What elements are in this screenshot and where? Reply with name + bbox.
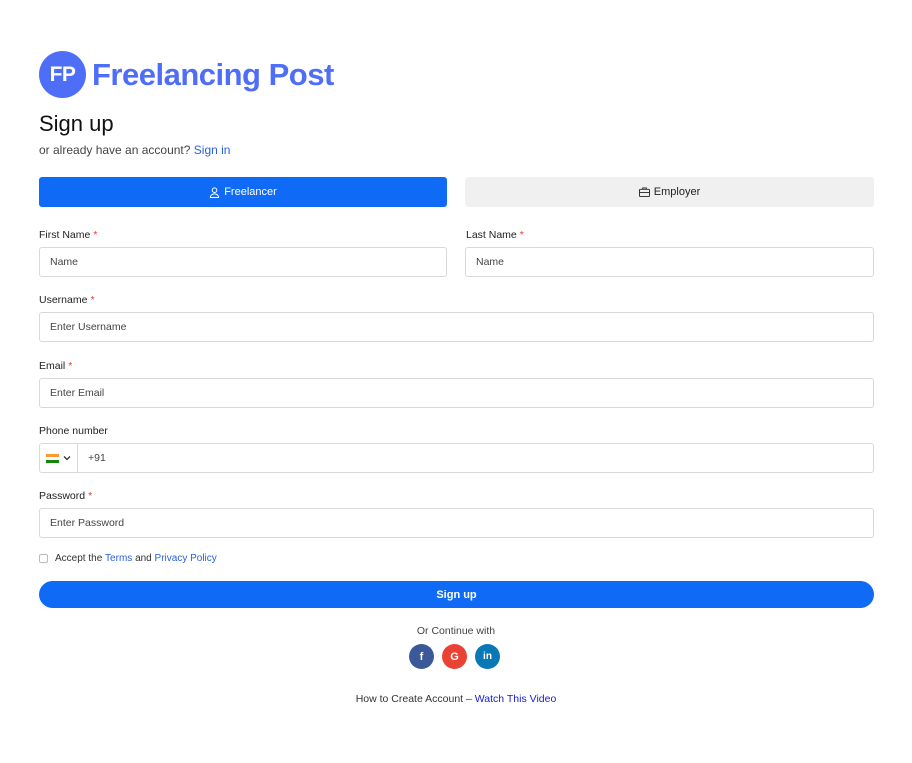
logo[interactable]: FP Freelancing Post bbox=[39, 51, 334, 98]
continue-with-label: Or Continue with bbox=[416, 625, 496, 637]
required-marker: * bbox=[88, 490, 93, 502]
first-name-field[interactable]: Name bbox=[39, 247, 447, 277]
first-name-label: First Name * bbox=[39, 229, 97, 241]
logo-mark: FP bbox=[39, 51, 86, 98]
last-name-placeholder: Name bbox=[476, 256, 505, 268]
required-marker: * bbox=[90, 294, 95, 306]
terms-prefix: Accept the bbox=[55, 553, 103, 564]
country-code-select[interactable] bbox=[40, 444, 78, 472]
terms-checkbox[interactable] bbox=[39, 554, 48, 563]
page-title: Sign up bbox=[39, 111, 114, 136]
signup-button[interactable]: Sign up bbox=[39, 581, 874, 608]
briefcase-icon bbox=[638, 187, 650, 197]
required-marker: * bbox=[68, 360, 73, 372]
required-marker: * bbox=[93, 229, 98, 241]
last-name-label: Last Name * bbox=[466, 229, 524, 241]
required-marker: * bbox=[519, 229, 524, 241]
username-placeholder: Enter Username bbox=[50, 321, 127, 333]
phone-field[interactable]: +91 bbox=[39, 443, 874, 473]
first-name-label-text: First Name bbox=[39, 229, 91, 241]
email-placeholder: Enter Email bbox=[50, 387, 105, 399]
social-login-group: f G in bbox=[409, 644, 500, 669]
signin-link[interactable]: Sign in bbox=[194, 143, 231, 157]
password-label-text: Password bbox=[39, 490, 86, 502]
india-flag-icon bbox=[46, 453, 59, 463]
email-label: Email * bbox=[39, 360, 72, 372]
terms-link[interactable]: Terms bbox=[105, 553, 132, 564]
password-label: Password * bbox=[39, 490, 92, 502]
chevron-down-icon bbox=[63, 456, 71, 461]
user-icon bbox=[210, 186, 220, 198]
email-field[interactable]: Enter Email bbox=[39, 378, 874, 408]
howto-text: How to Create Account – bbox=[355, 693, 472, 705]
logo-text: Freelancing Post bbox=[92, 56, 334, 92]
last-name-label-text: Last Name bbox=[466, 229, 517, 241]
phone-label: Phone number bbox=[39, 425, 108, 437]
password-placeholder: Enter Password bbox=[50, 517, 125, 529]
password-field[interactable]: Enter Password bbox=[39, 508, 874, 538]
first-name-placeholder: Name bbox=[50, 256, 79, 268]
employer-role-button[interactable]: Employer bbox=[465, 177, 874, 207]
phone-value: +91 bbox=[88, 452, 106, 464]
employer-role-label: Employer bbox=[653, 186, 701, 198]
linkedin-login-button[interactable]: in bbox=[475, 644, 500, 669]
signin-prompt-text: or already have an account? bbox=[39, 143, 191, 157]
terms-row: Accept the Terms and Privacy Policy bbox=[39, 553, 217, 564]
username-label: Username * bbox=[39, 294, 95, 306]
facebook-login-button[interactable]: f bbox=[409, 644, 434, 669]
howto-row: How to Create Account – Watch This Video bbox=[0, 693, 912, 705]
google-login-button[interactable]: G bbox=[442, 644, 467, 669]
email-label-text: Email bbox=[39, 360, 66, 372]
terms-and: and bbox=[135, 553, 152, 564]
google-icon: G bbox=[450, 650, 459, 663]
username-label-text: Username bbox=[39, 294, 88, 306]
watch-video-link[interactable]: Watch This Video bbox=[475, 693, 557, 705]
linkedin-icon: in bbox=[483, 651, 492, 662]
freelancer-role-button[interactable]: Freelancer bbox=[39, 177, 447, 207]
signin-prompt: or already have an account? Sign in bbox=[39, 143, 230, 157]
last-name-field[interactable]: Name bbox=[465, 247, 874, 277]
username-field[interactable]: Enter Username bbox=[39, 312, 874, 342]
facebook-icon: f bbox=[419, 650, 424, 663]
freelancer-role-label: Freelancer bbox=[224, 186, 277, 198]
privacy-policy-link[interactable]: Privacy Policy bbox=[155, 553, 217, 564]
